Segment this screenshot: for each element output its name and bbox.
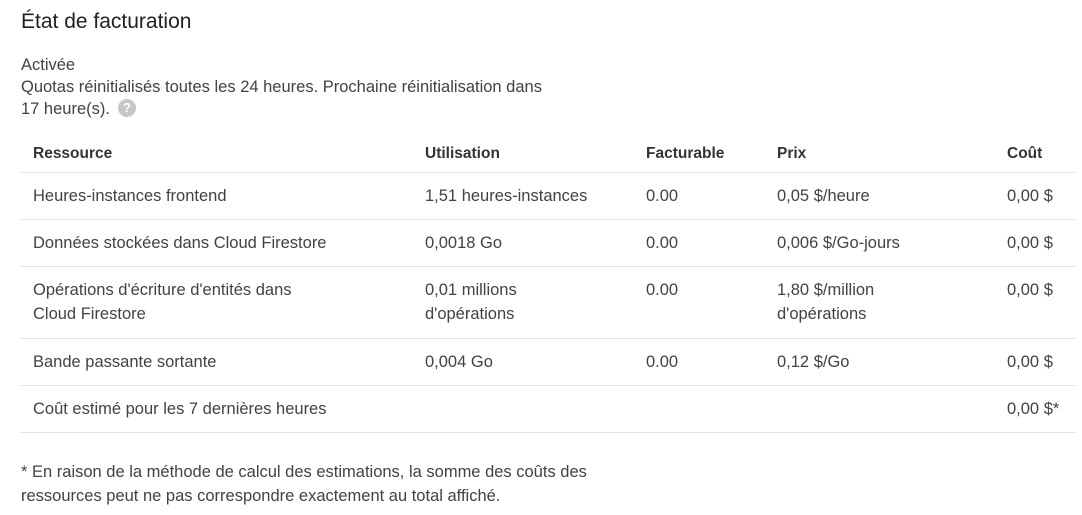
cell-billable: 0.00 bbox=[634, 219, 765, 267]
cell-cost: 0,00 $ bbox=[995, 219, 1075, 267]
cell-price: 0,006 $/Go-jours bbox=[765, 219, 995, 267]
cell-price: 1,80 $/million d'opérations bbox=[765, 266, 995, 339]
cell-usage-text: d'opérations bbox=[425, 305, 515, 323]
cell-usage: 1,51 heures-instances bbox=[413, 172, 634, 220]
cell-resource-text: Données stockées dans Cloud Firestore bbox=[33, 234, 327, 252]
cell-resource: Opérations d'écriture d'entités dans Clo… bbox=[21, 266, 413, 339]
cell-price-text: 1,80 $/million bbox=[777, 281, 875, 299]
cell-resource-text: Heures-instances frontend bbox=[33, 187, 227, 205]
cell-usage: 0,0018 Go bbox=[413, 219, 634, 267]
cell-resource-text: Opérations d'écriture d'entités dans bbox=[33, 281, 292, 299]
cell-price-text: 0,006 $/Go-jours bbox=[777, 234, 900, 252]
header-price: Prix bbox=[765, 136, 995, 173]
table-row: Heures-instances frontend 1,51 heures-in… bbox=[21, 172, 1075, 220]
footnote: * En raison de la méthode de calcul des … bbox=[21, 460, 661, 508]
header-billable: Facturable bbox=[634, 136, 765, 173]
cell-price-text: d'opérations bbox=[777, 305, 867, 323]
table-row: Données stockées dans Cloud Firestore 0,… bbox=[21, 219, 1075, 267]
cell-resource-text: Cloud Firestore bbox=[33, 305, 146, 323]
cell-cost: 0,00 $ bbox=[995, 338, 1075, 386]
cell-cost: 0,00 $ bbox=[995, 172, 1075, 220]
page-title: État de facturation bbox=[21, 10, 192, 33]
cell-price-text: 0,12 $/Go bbox=[777, 353, 850, 371]
cell-usage-text: 0,0018 Go bbox=[425, 234, 503, 252]
table-header-row: Ressource Utilisation Facturable Prix Co… bbox=[21, 136, 1075, 173]
cell-cost: 0,00 $ bbox=[995, 266, 1075, 339]
billing-status: Activée Quotas réinitialisés toutes les … bbox=[21, 54, 621, 120]
table-total-row: Coût estimé pour les 7 dernières heures … bbox=[21, 385, 1075, 433]
help-icon[interactable]: ? bbox=[117, 98, 136, 117]
cell-usage: 0,01 millions d'opérations bbox=[413, 266, 634, 339]
total-label: Coût estimé pour les 7 dernières heures bbox=[21, 385, 995, 433]
quota-reset-text-line2-wrap: 17 heure(s).? bbox=[21, 98, 621, 120]
cell-usage-text: 0,004 Go bbox=[425, 353, 493, 371]
quota-reset-text-line1: Quotas réinitialisés toutes les 24 heure… bbox=[21, 78, 542, 96]
header-resource: Ressource bbox=[21, 136, 413, 173]
cell-billable: 0.00 bbox=[634, 338, 765, 386]
cell-resource: Données stockées dans Cloud Firestore bbox=[21, 219, 413, 267]
quota-reset-text-line2: 17 heure(s). bbox=[21, 100, 110, 118]
header-usage: Utilisation bbox=[413, 136, 634, 173]
header-cost: Coût bbox=[995, 136, 1075, 173]
footnote-line1: * En raison de la méthode de calcul des … bbox=[21, 463, 587, 481]
cell-price: 0,05 $/heure bbox=[765, 172, 995, 220]
cell-usage-text: 0,01 millions bbox=[425, 281, 517, 299]
cell-price: 0,12 $/Go bbox=[765, 338, 995, 386]
cell-price-text: 0,05 $/heure bbox=[777, 187, 870, 205]
cell-resource-text: Bande passante sortante bbox=[33, 353, 217, 371]
billing-table: Ressource Utilisation Facturable Prix Co… bbox=[21, 136, 1075, 433]
cell-resource: Heures-instances frontend bbox=[21, 172, 413, 220]
table-row: Bande passante sortante 0,004 Go 0.00 0,… bbox=[21, 338, 1075, 386]
cell-resource: Bande passante sortante bbox=[21, 338, 413, 386]
cell-usage-text: 1,51 heures-instances bbox=[425, 187, 588, 205]
cell-billable: 0.00 bbox=[634, 266, 765, 339]
footnote-line2: ressources peut ne pas correspondre exac… bbox=[21, 487, 501, 505]
cell-billable: 0.00 bbox=[634, 172, 765, 220]
cell-usage: 0,004 Go bbox=[413, 338, 634, 386]
billing-state: Activée bbox=[21, 56, 76, 74]
total-cost: 0,00 $* bbox=[995, 385, 1075, 433]
table-row: Opérations d'écriture d'entités dans Clo… bbox=[21, 266, 1075, 339]
